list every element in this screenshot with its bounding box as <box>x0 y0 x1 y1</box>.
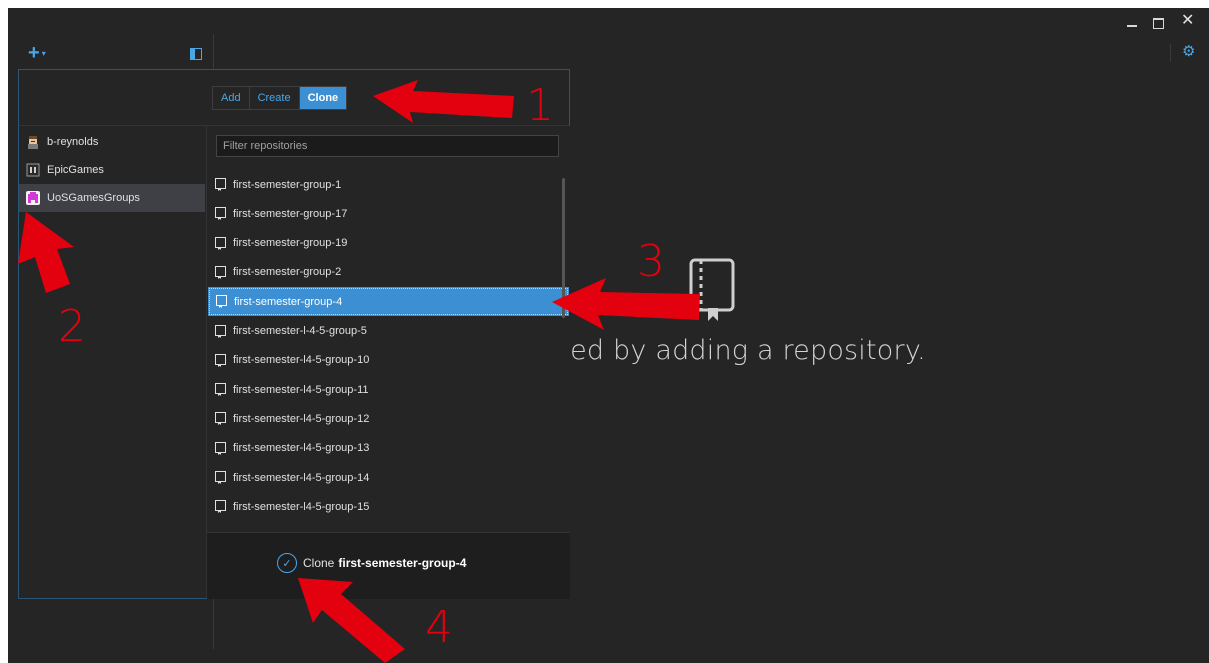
repository-label: first-semester-group-19 <box>233 237 348 250</box>
repository-item[interactable]: first-semester-l-4-5-group-5 <box>207 317 570 346</box>
add-repository-menu[interactable]: + ▾ <box>28 42 46 64</box>
clone-label: Clone <box>303 556 335 570</box>
filter-repositories-input[interactable] <box>216 135 559 157</box>
annotation-label-4: 4 <box>425 602 453 653</box>
repository-item[interactable]: first-semester-group-17 <box>207 199 570 228</box>
repository-label: first-semester-group-4 <box>234 295 343 308</box>
repository-item[interactable]: first-semester-l4-5-group-12 <box>207 404 570 433</box>
repository-list: first-semester-group-1 first-semester-gro… <box>207 170 570 525</box>
tab-clone[interactable]: Clone <box>299 87 347 109</box>
tab-add[interactable]: Add <box>213 87 250 109</box>
repository-item[interactable]: first-semester-l4-5-group-11 <box>207 375 570 404</box>
owner-item-uosgamesgroups[interactable]: UoSGamesGroups <box>19 184 205 212</box>
repository-label: first-semester-group-1 <box>233 178 342 191</box>
empty-state-message: rted by adding a repository. <box>548 335 926 366</box>
repository-label: first-semester-l4-5-group-11 <box>233 383 369 396</box>
repository-item[interactable]: first-semester-l4-5-group-10 <box>207 346 570 375</box>
repository-label: first-semester-l4-5-group-15 <box>233 500 370 513</box>
repo-icon <box>215 178 226 191</box>
owner-list: b-reynolds EpicGames UoSGamesGroups <box>19 126 205 598</box>
repo-icon <box>215 500 226 514</box>
repo-icon <box>215 265 226 279</box>
repo-icon <box>215 412 226 426</box>
repository-item[interactable]: first-semester-group-4 <box>208 287 569 317</box>
avatar <box>26 163 40 177</box>
repository-item[interactable]: first-semester-l4-5-group-13 <box>207 434 570 463</box>
annotation-label-2: 2 <box>58 301 86 352</box>
maximize-icon[interactable] <box>1153 18 1164 29</box>
repository-label: first-semester-group-2 <box>233 266 342 279</box>
repo-icon <box>215 324 226 338</box>
repository-label: first-semester-l4-5-group-10 <box>233 354 370 367</box>
add-repository-popup: Add Create Clone b-reynolds EpicGames Uo… <box>18 69 570 599</box>
owner-label: UoSGamesGroups <box>47 192 140 204</box>
repository-item[interactable]: first-semester-l4-5-group-14 <box>207 463 570 492</box>
minimize-icon[interactable] <box>1127 25 1137 27</box>
repository-label: first-semester-l4-5-group-12 <box>233 412 370 425</box>
repository-item[interactable]: first-semester-group-19 <box>207 229 570 258</box>
avatar <box>26 191 40 205</box>
owner-item-b-reynolds[interactable]: b-reynolds <box>19 128 205 156</box>
repo-icon <box>216 295 227 309</box>
repository-label: first-semester-group-17 <box>233 207 348 220</box>
repo-icon <box>215 383 226 397</box>
repository-item[interactable]: first-semester-l4-5-group-15 <box>207 492 570 521</box>
owner-label: EpicGames <box>47 164 104 176</box>
repo-icon <box>215 236 226 250</box>
toolbar-divider <box>1170 44 1171 62</box>
clone-target-name: first-semester-group-4 <box>338 556 467 570</box>
repository-label: first-semester-l4-5-group-13 <box>233 442 370 455</box>
clone-button[interactable]: ✓ Clone first-semester-group-4 <box>277 553 466 573</box>
chevron-down-icon: ▾ <box>41 48 46 58</box>
repo-icon <box>215 353 226 367</box>
tab-create[interactable]: Create <box>250 87 300 109</box>
repository-pane: first-semester-group-1 first-semester-gro… <box>206 126 570 599</box>
app-window: ✕ ⚙ + ▾ rted by adding a repository. Add … <box>8 8 1209 663</box>
owner-item-epicgames[interactable]: EpicGames <box>19 156 205 184</box>
repository-label: first-semester-l-4-5-group-5 <box>233 325 367 337</box>
annotation-label-1: 1 <box>526 80 554 131</box>
close-icon[interactable]: ✕ <box>1181 12 1194 28</box>
scrollbar[interactable] <box>562 178 565 318</box>
avatar <box>28 136 38 149</box>
plus-icon: + <box>28 42 40 64</box>
repository-item[interactable]: first-semester-group-2 <box>207 258 570 287</box>
repository-book-icon <box>689 258 735 321</box>
clone-footer: ✓ Clone first-semester-group-4 <box>207 532 570 599</box>
mode-tabs: Add Create Clone <box>212 86 348 110</box>
panel-toggle-icon[interactable] <box>190 48 202 60</box>
check-icon: ✓ <box>277 553 297 573</box>
annotation-label-3: 3 <box>637 236 665 287</box>
gear-icon[interactable]: ⚙ <box>1182 42 1195 60</box>
repository-item[interactable]: first-semester-group-1 <box>207 170 570 199</box>
repository-label: first-semester-l4-5-group-14 <box>233 471 370 484</box>
repo-icon <box>215 471 226 484</box>
repo-icon <box>215 441 226 455</box>
repo-icon <box>215 207 226 221</box>
owner-label: b-reynolds <box>47 136 99 148</box>
